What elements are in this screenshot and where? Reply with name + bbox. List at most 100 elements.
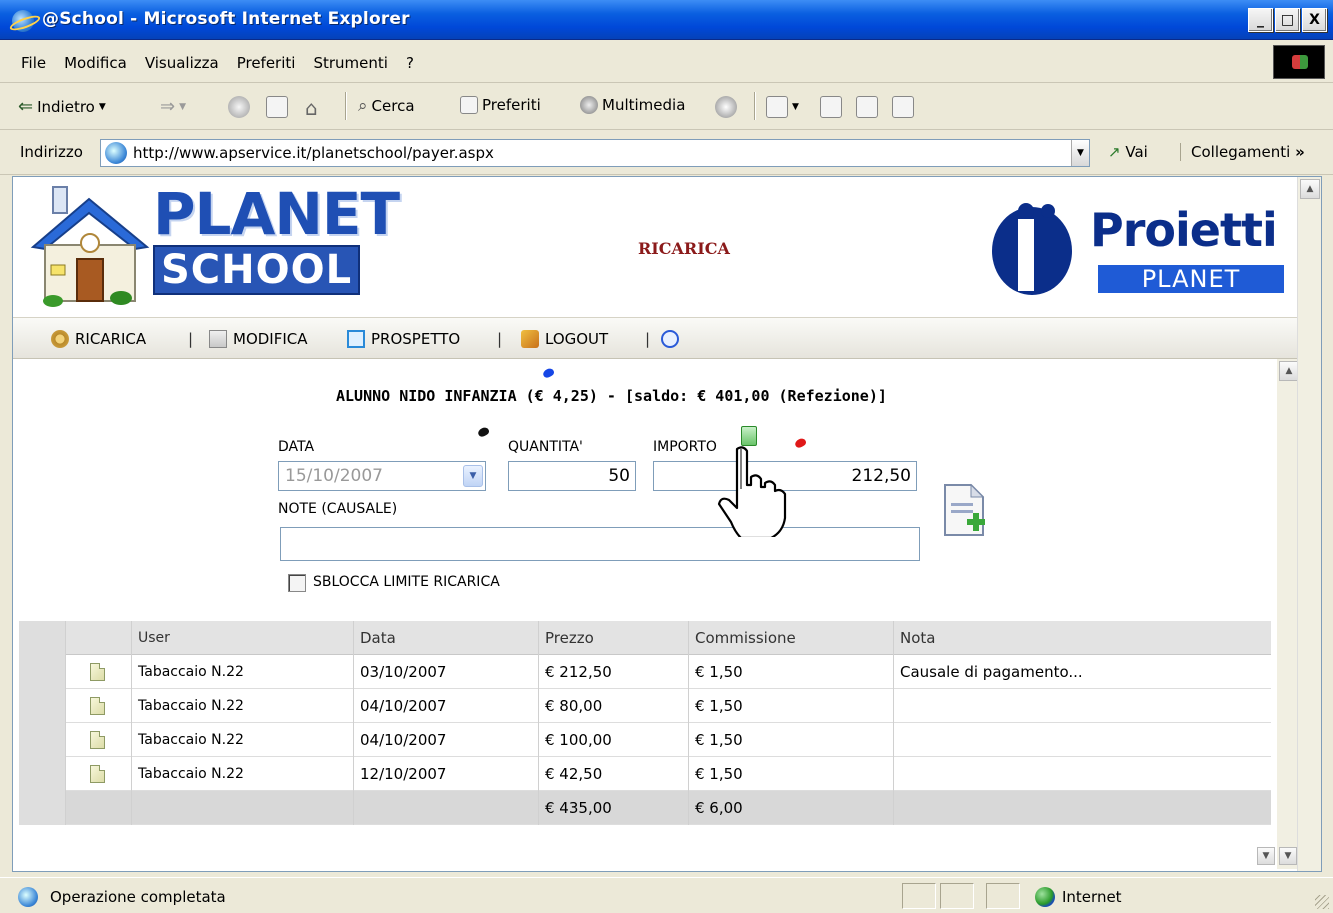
address-url: http://www.apservice.it/planetschool/pay…: [133, 144, 494, 162]
home-button[interactable]: ⌂: [305, 96, 318, 120]
header-prezzo[interactable]: Prezzo: [538, 621, 688, 655]
links-more-icon: »: [1295, 143, 1305, 161]
page-icon: [105, 142, 127, 164]
forward-arrow-icon: ⇒: [160, 96, 176, 117]
menu-strumenti[interactable]: Strumenti: [304, 52, 396, 74]
history-button[interactable]: [715, 96, 737, 118]
menu-preferiti[interactable]: Preferiti: [228, 52, 305, 74]
scroll-down-icon[interactable]: ▼: [1257, 847, 1275, 865]
edit-button[interactable]: [856, 96, 878, 118]
menu-visualizza[interactable]: Visualizza: [136, 52, 228, 74]
search-button[interactable]: ⌕ Cerca: [358, 96, 415, 116]
table-row[interactable]: Tabaccaio N.22 04/10/2007 € 80,00 € 1,50: [19, 689, 1271, 723]
nav-logout[interactable]: LOGOUT: [521, 330, 608, 348]
table-totals-row: € 435,00 € 6,00: [19, 791, 1271, 825]
inner-scrollbar[interactable]: ▲: [1277, 359, 1299, 869]
refresh-button[interactable]: [266, 96, 288, 118]
header-data[interactable]: Data: [353, 621, 538, 655]
menu-modifica[interactable]: Modifica: [55, 52, 136, 74]
document-icon[interactable]: [90, 697, 105, 715]
favorites-label: Preferiti: [482, 96, 541, 114]
favorites-button[interactable]: Preferiti: [460, 96, 541, 114]
chevron-down-icon[interactable]: ▼: [463, 465, 483, 487]
quantita-label: QUANTITA': [508, 439, 583, 455]
cell-prezzo: € 212,50: [538, 655, 688, 689]
status-panel: [940, 883, 974, 909]
row-selector[interactable]: [19, 655, 65, 689]
page-scrollbar[interactable]: ▲: [1297, 177, 1321, 871]
row-selector[interactable]: [19, 723, 65, 757]
minimize-button[interactable]: _: [1248, 8, 1273, 32]
close-button[interactable]: X: [1302, 8, 1327, 32]
mail-icon: [766, 96, 788, 118]
sblocca-checkbox[interactable]: [288, 574, 306, 592]
discuss-button[interactable]: [892, 96, 914, 118]
scroll-up-icon[interactable]: ▲: [1300, 179, 1320, 199]
menu-help[interactable]: ?: [397, 52, 423, 74]
windows-logo-icon: [1273, 45, 1325, 79]
address-input[interactable]: http://www.apservice.it/planetschool/pay…: [100, 139, 1090, 167]
forward-button[interactable]: ⇒ ▼: [160, 96, 186, 117]
house-logo-icon: [30, 186, 150, 307]
cell-data: 12/10/2007: [353, 757, 538, 791]
header-commissione[interactable]: Commissione: [688, 621, 893, 655]
stop-button[interactable]: [228, 96, 250, 118]
note-input[interactable]: [280, 527, 920, 561]
cell-data: 04/10/2007: [353, 723, 538, 757]
row-selector[interactable]: [19, 757, 65, 791]
back-button[interactable]: ⇐ Indietro ▼: [18, 96, 106, 117]
nav-modifica[interactable]: MODIFICA: [209, 330, 308, 348]
nav-logout-label: LOGOUT: [545, 330, 609, 348]
table-row[interactable]: Tabaccaio N.22 04/10/2007 € 100,00 € 1,5…: [19, 723, 1271, 757]
internet-explorer-icon: [12, 10, 34, 32]
nav-prospetto-label: PROSPETTO: [371, 330, 461, 348]
totals-cell: [19, 791, 65, 825]
nav-ricarica[interactable]: RICARICA: [51, 330, 146, 348]
date-select[interactable]: 15/10/2007 ▼: [278, 461, 486, 491]
cell-commissione: € 1,50: [688, 655, 893, 689]
scroll-up-icon[interactable]: ▲: [1279, 361, 1299, 381]
nav-info[interactable]: [661, 330, 679, 348]
mail-button[interactable]: ▼: [766, 96, 799, 118]
calculator-icon[interactable]: [741, 426, 757, 446]
edit-icon: [856, 96, 878, 118]
document-icon[interactable]: [90, 765, 105, 783]
links-button[interactable]: Collegamenti »: [1180, 143, 1305, 161]
menu-bar: File Modifica Visualizza Preferiti Strum…: [0, 41, 1333, 83]
maximize-button[interactable]: □: [1275, 8, 1300, 32]
header-user[interactable]: User: [131, 621, 353, 655]
status-message: Operazione completata: [50, 888, 226, 906]
cell-prezzo: € 42,50: [538, 757, 688, 791]
proietti-logo: Proietti PLANET: [988, 201, 1288, 301]
cell-data: 04/10/2007: [353, 689, 538, 723]
scroll-down-icon[interactable]: ▼: [1279, 847, 1297, 865]
table-row[interactable]: Tabaccaio N.22 03/10/2007 € 212,50 € 1,5…: [19, 655, 1271, 689]
favorites-icon: [460, 96, 478, 114]
date-value: 15/10/2007: [285, 466, 383, 486]
media-icon: [580, 96, 598, 114]
cell-commissione: € 1,50: [688, 689, 893, 723]
hand-cursor-icon: [717, 446, 787, 537]
go-label: Vai: [1125, 143, 1148, 161]
go-button[interactable]: ↗ Vai: [1108, 143, 1148, 161]
menu-file[interactable]: File: [12, 52, 55, 74]
cell-commissione: € 1,50: [688, 723, 893, 757]
add-document-icon[interactable]: [943, 483, 989, 541]
row-selector[interactable]: [19, 689, 65, 723]
quantita-input[interactable]: 50: [508, 461, 636, 491]
media-button[interactable]: Multimedia: [580, 96, 685, 114]
document-icon[interactable]: [90, 663, 105, 681]
print-button[interactable]: [820, 96, 842, 118]
document-icon[interactable]: [90, 731, 105, 749]
header-nota[interactable]: Nota: [893, 621, 1271, 655]
search-icon: ⌕: [358, 96, 368, 116]
stop-icon: [228, 96, 250, 118]
resize-grip-icon[interactable]: [1315, 895, 1329, 909]
nav-prospetto[interactable]: PROSPETTO: [347, 330, 460, 348]
cell-nota: [893, 723, 1271, 757]
home-icon: ⌂: [305, 96, 318, 120]
address-dropdown-icon[interactable]: ▼: [1071, 140, 1089, 166]
total-prezzo: € 435,00: [538, 791, 688, 825]
table-row[interactable]: Tabaccaio N.22 12/10/2007 € 42,50 € 1,50: [19, 757, 1271, 791]
status-bar: Operazione completata Internet: [0, 877, 1333, 913]
